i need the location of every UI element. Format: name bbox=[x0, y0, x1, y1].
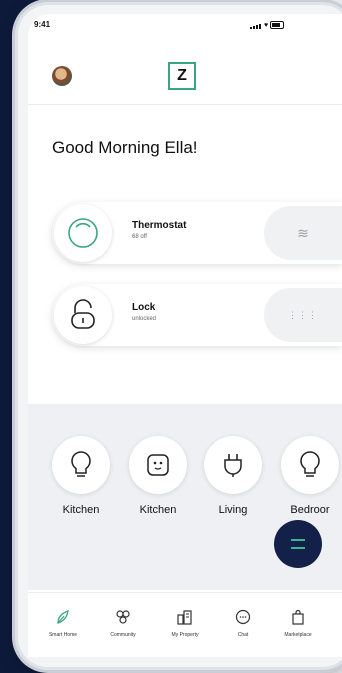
community-icon bbox=[98, 608, 148, 626]
thermostat-mode-button[interactable]: ≋ bbox=[264, 206, 342, 260]
room-tile[interactable]: Kitchen bbox=[129, 436, 187, 516]
room-tile[interactable]: Kitchen bbox=[52, 436, 110, 516]
status-time: 9:41 bbox=[34, 20, 51, 29]
room-label: Kitchen bbox=[62, 504, 100, 516]
avatar[interactable] bbox=[52, 66, 72, 86]
nav-label: Chat bbox=[237, 632, 249, 638]
menu-icon bbox=[291, 539, 305, 549]
keypad-icon: ⋮⋮⋮ bbox=[288, 309, 318, 320]
status-icons: ♥ bbox=[250, 21, 285, 29]
app-logo: Z bbox=[168, 62, 196, 90]
keypad-button[interactable]: ⋮⋮⋮ bbox=[264, 288, 342, 342]
nav-chat[interactable]: Chat bbox=[218, 608, 268, 638]
header-divider bbox=[28, 104, 342, 105]
nav-label: Community bbox=[110, 632, 136, 638]
bulb-icon bbox=[281, 436, 339, 494]
room-tile[interactable]: Living bbox=[204, 436, 262, 516]
wifi-icon: ♥ bbox=[264, 22, 269, 29]
greeting-title: Good Morning Ella! bbox=[52, 138, 198, 157]
nav-community[interactable]: Community bbox=[98, 608, 148, 638]
room-label: Kitchen bbox=[139, 504, 177, 516]
battery-icon bbox=[270, 21, 285, 29]
fan-icon: ≋ bbox=[297, 224, 309, 241]
signal-icon bbox=[250, 24, 262, 29]
nav-label: Marketplace bbox=[284, 632, 312, 638]
property-icon bbox=[160, 608, 210, 626]
nav-my-property[interactable]: My Property bbox=[160, 608, 210, 638]
plug-icon bbox=[204, 436, 262, 494]
room-label: Living bbox=[218, 504, 248, 516]
room-label: Bedroor bbox=[290, 504, 330, 516]
room-tile[interactable]: Bedroor bbox=[281, 436, 339, 516]
menu-fab-button[interactable] bbox=[274, 520, 322, 568]
thermostat-name: Thermostat bbox=[132, 220, 187, 231]
nav-marketplace[interactable]: Marketplace bbox=[273, 608, 323, 638]
lock-card[interactable]: Lock unlocked ⋮⋮⋮ bbox=[52, 284, 342, 346]
chat-icon bbox=[218, 608, 268, 626]
marketplace-icon bbox=[273, 608, 323, 626]
nav-label: Smart Home bbox=[48, 632, 78, 638]
nav-label: My Property bbox=[171, 632, 199, 638]
bulb-icon bbox=[52, 436, 110, 494]
thermostat-icon[interactable] bbox=[54, 204, 112, 262]
thermostat-card[interactable]: Thermostat 68 off ≋ bbox=[52, 202, 342, 264]
outlet-icon bbox=[129, 436, 187, 494]
smart-home-icon bbox=[38, 608, 88, 626]
nav-smart-home[interactable]: Smart Home bbox=[38, 608, 88, 638]
lock-icon[interactable] bbox=[54, 286, 112, 344]
thermostat-status: 68 off bbox=[132, 234, 147, 240]
lock-name: Lock bbox=[132, 302, 156, 313]
lock-status: unlocked bbox=[132, 316, 157, 322]
